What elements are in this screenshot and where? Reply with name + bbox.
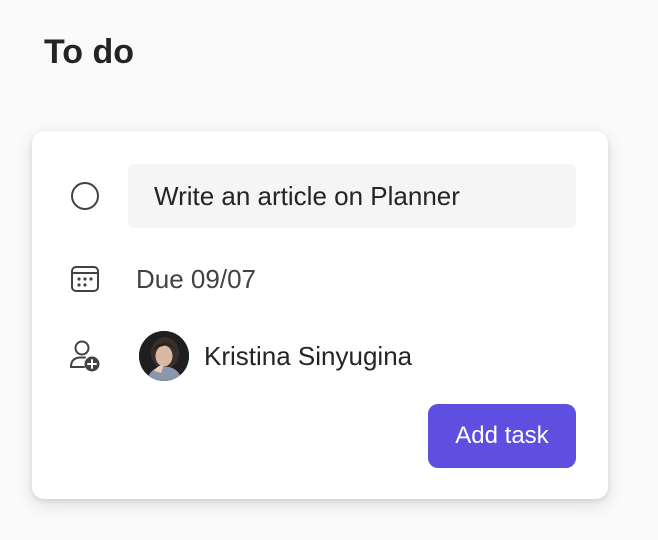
add-task-button[interactable]: Add task [428, 404, 576, 468]
column-title: To do [44, 33, 134, 71]
assign-button[interactable] [68, 339, 102, 373]
circle-icon[interactable] [71, 182, 99, 210]
due-date-button[interactable] [68, 262, 102, 296]
due-date-label[interactable]: Due 09/07 [136, 262, 256, 296]
avatar[interactable] [139, 331, 189, 381]
assignee-name: Kristina Sinyugina [204, 341, 413, 371]
avatar-image [139, 331, 189, 381]
person-add-icon [70, 340, 100, 372]
calendar-icon [71, 266, 99, 292]
task-title-input[interactable] [128, 164, 576, 228]
complete-toggle[interactable] [68, 179, 102, 213]
task-card: Due 09/07 Kristina Sinyugina Add task [32, 131, 608, 499]
